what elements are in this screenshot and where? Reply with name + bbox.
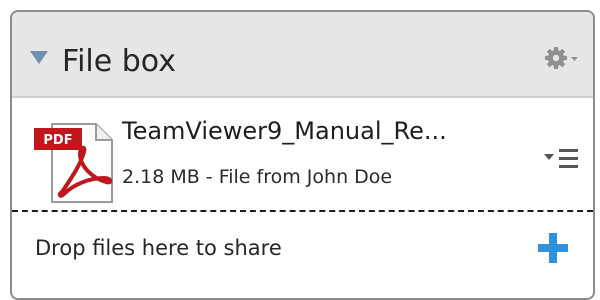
file-box-title: File box: [62, 44, 176, 79]
gear-dropdown-icon[interactable]: [545, 46, 579, 72]
list-menu-icon[interactable]: [542, 148, 582, 170]
drop-zone[interactable]: Drop files here to share: [12, 212, 593, 298]
file-box-panel: File box PDF TeamViewer9_Manual_Re... 2.…: [10, 10, 595, 300]
file-box-header[interactable]: File box: [12, 12, 593, 98]
pdf-badge-text: PDF: [43, 133, 72, 148]
gear-icon: [545, 47, 578, 69]
collapse-triangle-icon[interactable]: [30, 51, 48, 64]
file-name[interactable]: TeamViewer9_Manual_Re...: [122, 114, 447, 148]
file-list-item[interactable]: PDF TeamViewer9_Manual_Re... 2.18 MB - F…: [12, 98, 593, 212]
file-meta: 2.18 MB - File from John Doe: [122, 166, 393, 188]
pdf-file-icon: PDF: [34, 122, 114, 204]
plus-icon[interactable]: [538, 233, 568, 263]
chevron-down-icon: [571, 57, 578, 61]
drop-zone-text: Drop files here to share: [35, 236, 282, 260]
